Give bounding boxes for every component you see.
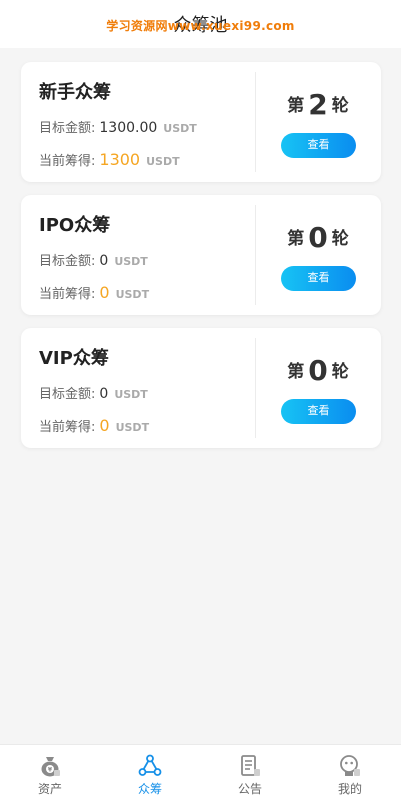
target-label: 目标金额: bbox=[39, 387, 96, 402]
card-title: VIP众筹 bbox=[39, 348, 109, 369]
bottom-tab-bar: ¥ 资产 众筹 公告 我的 bbox=[0, 744, 401, 801]
round-number: 2 bbox=[308, 88, 328, 121]
raised-unit: USDT bbox=[115, 421, 150, 434]
round-suffix: 轮 bbox=[331, 362, 349, 382]
raised-amount-row: 当前筹得: 0 USDT bbox=[39, 416, 149, 435]
tab-profile[interactable]: 我的 bbox=[300, 745, 400, 801]
target-amount-row: 目标金额: 0 USDT bbox=[39, 250, 148, 269]
money-bag-icon: ¥ bbox=[41, 757, 60, 777]
card-divider bbox=[255, 205, 256, 305]
round-prefix: 第 bbox=[287, 229, 305, 249]
target-amount: 1300.00 bbox=[99, 120, 158, 136]
raised-amount: 1300 bbox=[99, 150, 141, 169]
crowdfund-card: VIP众筹 目标金额: 0 USDT 当前筹得: 0 USDT 第0轮 查看 bbox=[21, 328, 381, 448]
target-amount: 0 bbox=[99, 253, 109, 269]
raised-unit: USDT bbox=[146, 155, 180, 168]
watermark-text: 学习资源网www.xuexi99.com bbox=[106, 19, 295, 33]
target-unit: USDT bbox=[114, 388, 148, 401]
share-nodes-icon bbox=[138, 754, 162, 776]
target-amount-row: 目标金额: 0 USDT bbox=[39, 383, 148, 402]
target-amount: 0 bbox=[99, 386, 109, 402]
round-indicator: 第0轮 bbox=[255, 221, 381, 254]
raised-amount: 0 bbox=[99, 283, 110, 302]
card-title: 新手众筹 bbox=[39, 82, 111, 103]
raised-amount-row: 当前筹得: 0 USDT bbox=[39, 283, 149, 302]
target-label: 目标金额: bbox=[39, 254, 96, 269]
card-divider bbox=[255, 338, 256, 438]
round-indicator: 第0轮 bbox=[255, 354, 381, 387]
tab-label: 众筹 bbox=[137, 782, 162, 796]
raised-unit: USDT bbox=[115, 288, 150, 301]
crowdfund-card: 新手众筹 目标金额: 1300.00 USDT 当前筹得: 1300 USDT 第2轮 … bbox=[21, 62, 381, 182]
target-amount-row: 目标金额: 1300.00 USDT bbox=[39, 117, 197, 136]
round-number: 0 bbox=[308, 221, 328, 254]
crowdfund-card: IPO众筹 目标金额: 0 USDT 当前筹得: 0 USDT 第0轮 查看 bbox=[21, 195, 381, 315]
raised-label: 当前筹得: bbox=[39, 420, 96, 435]
round-suffix: 轮 bbox=[331, 96, 349, 116]
round-number: 0 bbox=[308, 354, 328, 387]
target-unit: USDT bbox=[163, 122, 197, 135]
top-header: 众筹池 学习资源网www.xuexi99.com bbox=[0, 0, 401, 48]
tab-crowdfunding[interactable]: 众筹 bbox=[100, 745, 200, 801]
tab-assets[interactable]: ¥ 资产 bbox=[0, 745, 100, 801]
raised-amount-row: 当前筹得: 1300 USDT bbox=[39, 150, 180, 169]
target-label: 目标金额: bbox=[39, 121, 96, 136]
round-prefix: 第 bbox=[287, 96, 305, 116]
tab-announcements[interactable]: 公告 bbox=[200, 745, 300, 801]
view-button[interactable]: 查看 bbox=[281, 399, 356, 424]
view-button[interactable]: 查看 bbox=[281, 266, 356, 291]
card-title: IPO众筹 bbox=[39, 215, 111, 236]
document-icon bbox=[241, 755, 260, 776]
round-suffix: 轮 bbox=[331, 229, 349, 249]
target-unit: USDT bbox=[114, 255, 148, 268]
round-indicator: 第2轮 bbox=[255, 88, 381, 121]
raised-label: 当前筹得: bbox=[39, 154, 96, 169]
profile-icon bbox=[340, 755, 360, 776]
raised-amount: 0 bbox=[99, 416, 110, 435]
tab-label: 我的 bbox=[337, 782, 362, 796]
round-prefix: 第 bbox=[287, 362, 305, 382]
tab-label: 资产 bbox=[37, 782, 62, 796]
view-button[interactable]: 查看 bbox=[281, 133, 356, 158]
tab-label: 公告 bbox=[237, 782, 262, 796]
card-divider bbox=[255, 72, 256, 172]
raised-label: 当前筹得: bbox=[39, 287, 96, 302]
